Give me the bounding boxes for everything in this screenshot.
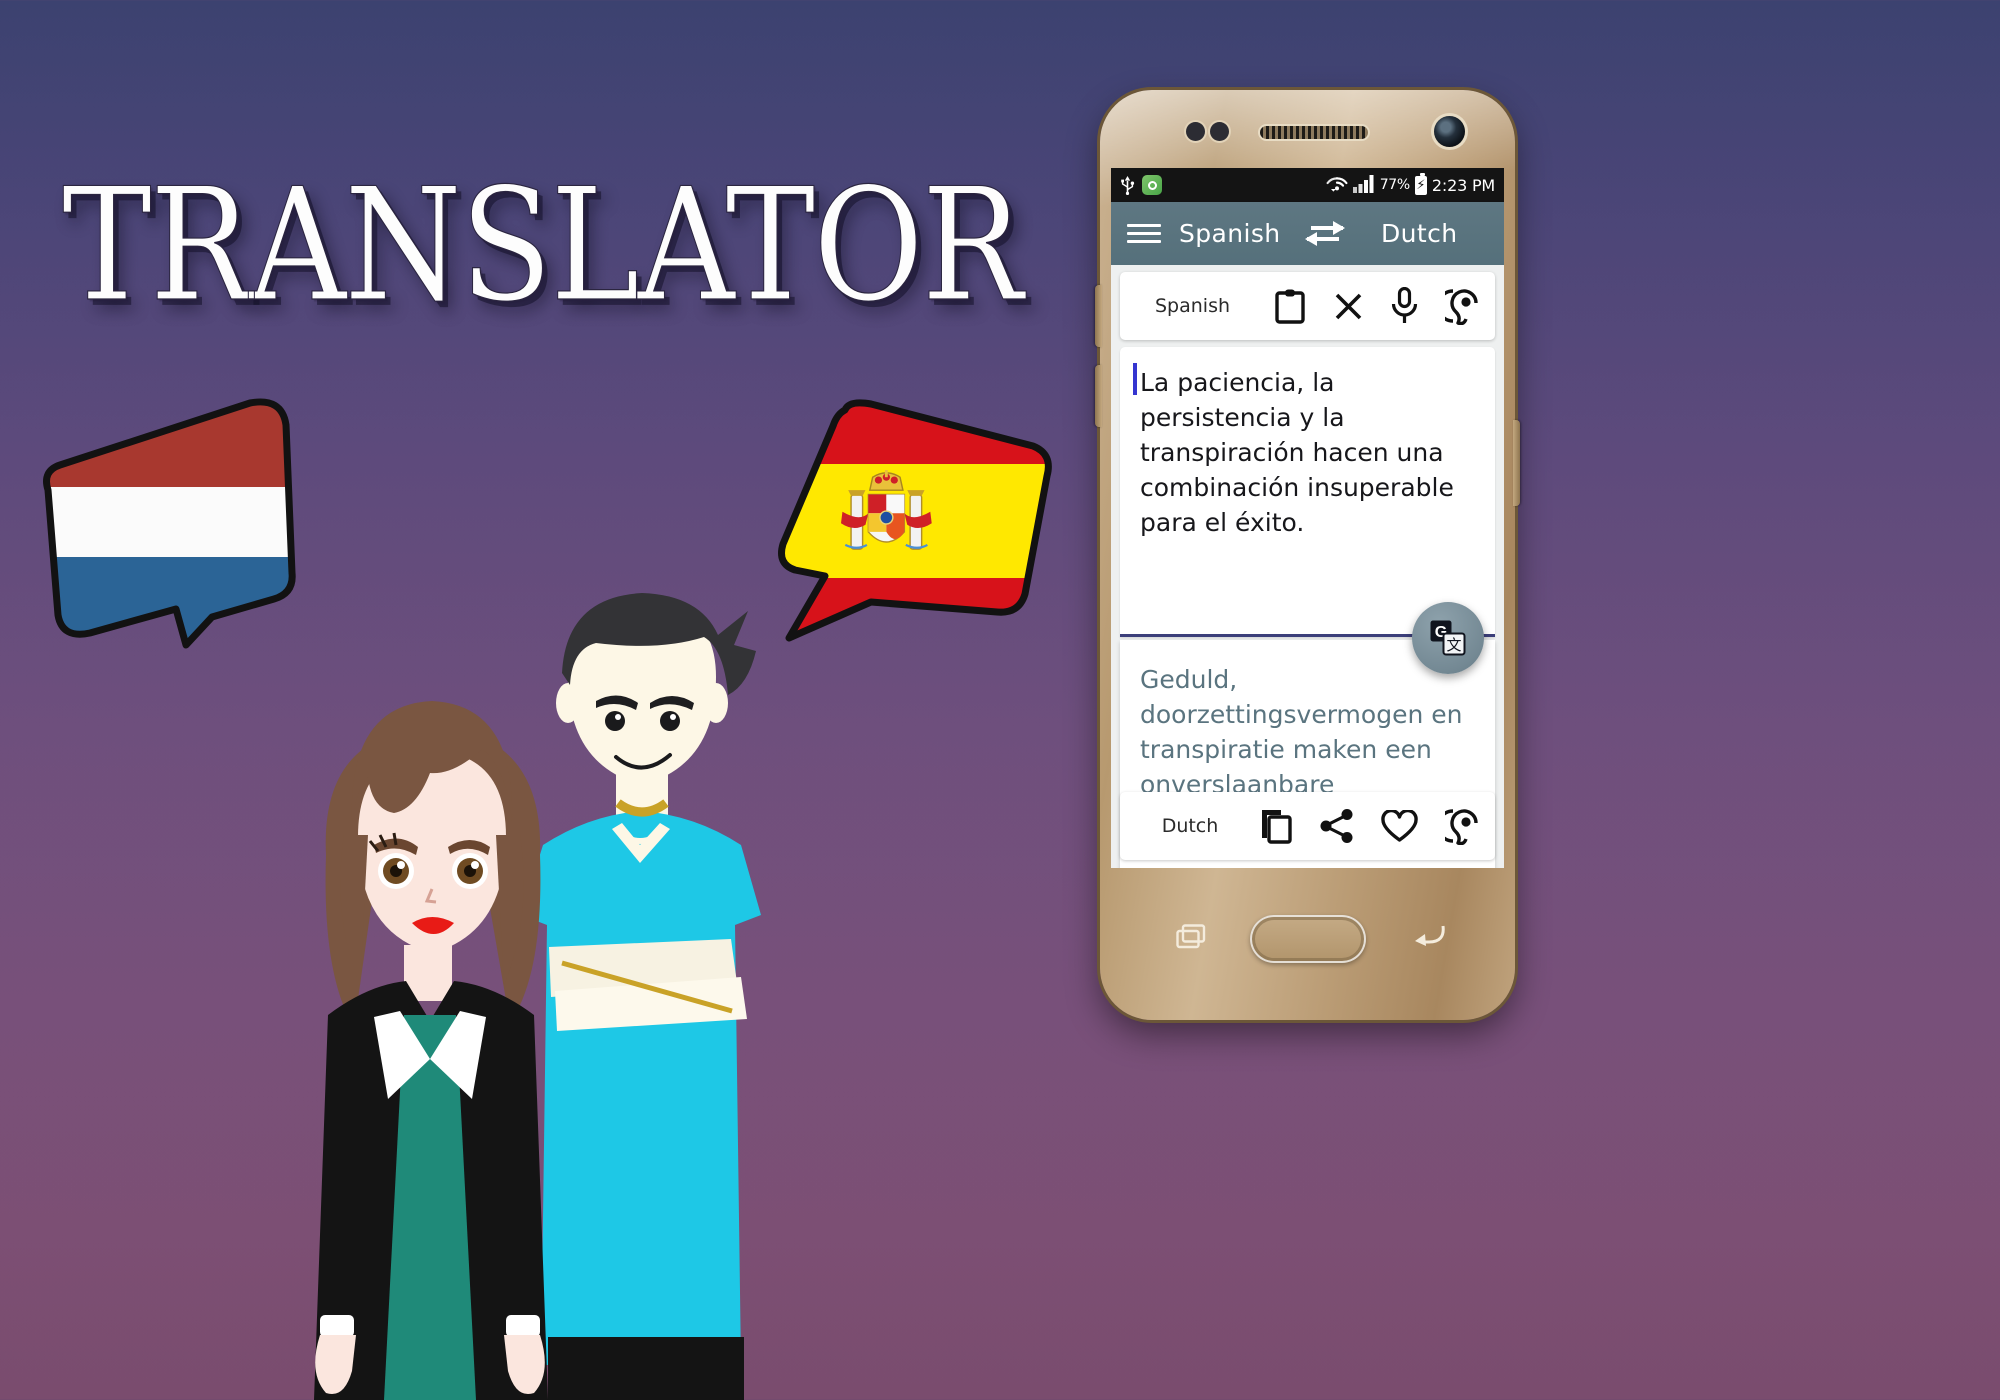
source-language-selector[interactable]: Spanish <box>1161 219 1299 248</box>
app-notification-icon <box>1142 175 1162 195</box>
recent-apps-button[interactable] <box>1176 924 1206 955</box>
battery-percent: 77% <box>1379 177 1411 193</box>
google-translate-icon: G 文 <box>1430 620 1466 656</box>
phone-top-hardware <box>1100 90 1515 168</box>
copy-translation-button[interactable] <box>1260 808 1293 844</box>
male-character <box>521 593 761 1400</box>
text-caret <box>1133 363 1137 395</box>
character-illustration <box>300 545 840 1400</box>
target-toolbar: Dutch <box>1120 792 1495 860</box>
share-translation-button[interactable] <box>1320 809 1354 843</box>
source-text-value: La paciencia, la persistencia y la trans… <box>1140 368 1454 537</box>
source-language-label: Spanish <box>1154 295 1231 317</box>
listen-translation-button[interactable] <box>1445 807 1481 845</box>
favorite-translation-button[interactable] <box>1381 809 1418 843</box>
target-language-label: Dutch <box>1161 815 1219 837</box>
swap-arrows-icon[interactable] <box>1299 219 1351 249</box>
earpiece-speaker <box>1260 126 1368 139</box>
phone-nav-hardware <box>1100 872 1515 1020</box>
status-bar-clock: 2:23 PM <box>1431 175 1495 195</box>
source-toolbar: Spanish <box>1120 272 1495 340</box>
source-text[interactable]: La paciencia, la persistencia y la trans… <box>1120 347 1495 540</box>
translator-body: Spanish La paciencia, la persistencia y … <box>1111 265 1504 868</box>
dutch-flag-bubble <box>36 395 298 649</box>
svg-text:文: 文 <box>1446 636 1461 654</box>
female-character <box>314 701 548 1400</box>
home-button[interactable] <box>1249 915 1366 963</box>
phone-screen: 77% ⚡ 2:23 PM Spanish Dutch Spanish La p… <box>1111 168 1504 868</box>
phone-mockup: 77% ⚡ 2:23 PM Spanish Dutch Spanish La p… <box>1095 90 1520 1020</box>
page-title: TRANSLATOR <box>61 155 1023 337</box>
front-camera-icon <box>1434 116 1465 147</box>
hamburger-menu-icon[interactable] <box>1127 224 1161 243</box>
listen-source-button[interactable] <box>1445 287 1481 325</box>
translate-fab[interactable]: G 文 <box>1412 602 1484 674</box>
proximity-sensor-icon <box>1186 122 1229 141</box>
usb-icon <box>1120 175 1135 195</box>
status-bar: 77% ⚡ 2:23 PM <box>1111 168 1504 202</box>
battery-charging-icon: ⚡ <box>1414 172 1427 195</box>
signal-bars-icon <box>1352 174 1375 197</box>
target-language-selector[interactable]: Dutch <box>1351 219 1489 248</box>
app-bar: Spanish Dutch <box>1111 202 1504 265</box>
voice-input-button[interactable] <box>1391 287 1418 325</box>
clear-text-button[interactable] <box>1333 291 1364 322</box>
source-text-area[interactable]: La paciencia, la persistencia y la trans… <box>1120 347 1495 637</box>
wifi-icon <box>1326 174 1348 197</box>
back-button[interactable] <box>1413 922 1445 953</box>
paste-clipboard-button[interactable] <box>1274 288 1306 324</box>
